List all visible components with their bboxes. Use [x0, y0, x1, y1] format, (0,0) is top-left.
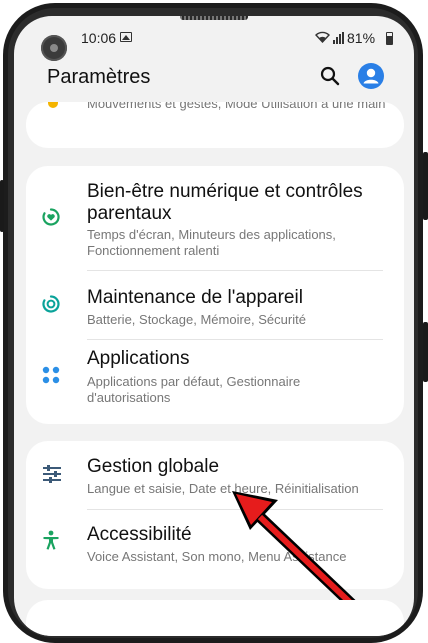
- annotation-arrow: [232, 491, 356, 600]
- settings-card-group-3: [26, 600, 404, 636]
